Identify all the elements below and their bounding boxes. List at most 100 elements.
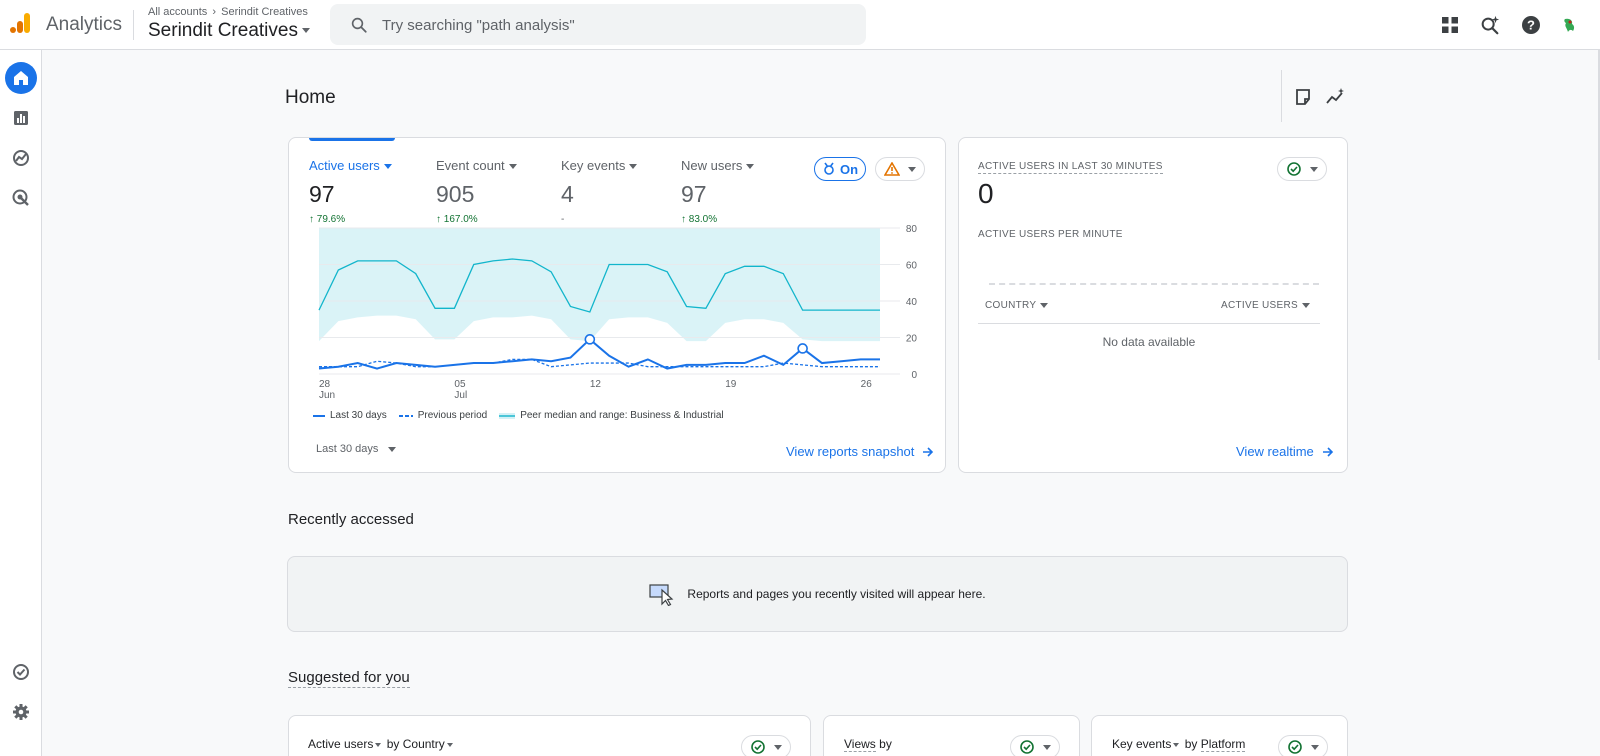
- card-metric[interactable]: Views: [844, 737, 876, 752]
- breadcrumb-root[interactable]: All accounts: [148, 6, 207, 18]
- arrow-right-icon: [923, 446, 934, 457]
- explore-icon: [13, 150, 29, 166]
- card-dimension[interactable]: Platform: [1200, 737, 1246, 752]
- metric-value: 97: [681, 181, 707, 207]
- x-tick-label: 05: [454, 379, 466, 390]
- caret-down-icon: [388, 446, 397, 452]
- caret-down-icon: [383, 164, 392, 170]
- realtime-table-header: COUNTRY ACTIVE USERS: [978, 298, 1320, 324]
- check-circle-icon: [750, 740, 765, 754]
- column-label: ACTIVE USERS: [1221, 300, 1298, 311]
- view-realtime-link[interactable]: View realtime: [1236, 444, 1334, 459]
- notes-icon[interactable]: [1292, 86, 1314, 108]
- legend-item: Previous period: [398, 410, 487, 421]
- suggested-card[interactable]: Views by: [823, 715, 1080, 756]
- card-metric[interactable]: Key events: [1112, 737, 1171, 751]
- card-status-menu[interactable]: [1278, 735, 1328, 756]
- metric-tab-key-events[interactable]: Key events 4 -: [561, 158, 638, 225]
- overview-chart: 80 60 40 20 0 28Jun 05Jul 12 19 26: [318, 224, 918, 401]
- suggested-card[interactable]: Key events by Platform: [1091, 715, 1348, 756]
- card-metric[interactable]: Active users: [308, 737, 373, 751]
- caret-down-icon: [773, 744, 782, 750]
- realtime-value: 0: [978, 178, 994, 209]
- caret-down-icon: [746, 164, 755, 170]
- account-name: Serindit Creatives: [148, 20, 298, 41]
- check-circle-icon: [1019, 740, 1034, 754]
- column-label: COUNTRY: [985, 300, 1037, 311]
- left-nav: [0, 50, 42, 756]
- metric-value: 97: [309, 181, 335, 207]
- breadcrumb[interactable]: All accounts › Serindit Creatives: [148, 6, 308, 18]
- advertising-icon: [12, 189, 29, 206]
- breadcrumb-current: Serindit Creatives: [221, 6, 308, 18]
- metric-tab-active-users[interactable]: Active users 97 ↑ 79.6%: [309, 158, 392, 225]
- anomaly-marker: [584, 334, 596, 345]
- analytics-logo-icon: [10, 13, 30, 33]
- benchmark-label: On: [839, 161, 859, 177]
- svg-text:?: ?: [1527, 18, 1535, 33]
- apps-grid-icon[interactable]: [1437, 12, 1463, 38]
- nav-reports[interactable]: [5, 102, 37, 134]
- metric-tab-new-users[interactable]: New users 97 ↑ 83.0%: [681, 158, 755, 225]
- admin-check-icon: [13, 664, 29, 680]
- data-quality-menu[interactable]: [875, 157, 925, 181]
- help-icon[interactable]: ?: [1518, 12, 1544, 38]
- caret-down-icon: [1040, 302, 1049, 308]
- recently-accessed-title: Recently accessed: [288, 511, 414, 528]
- link-label: View reports snapshot: [786, 444, 915, 459]
- benchmark-toggle[interactable]: On: [814, 157, 866, 181]
- card-by: by: [386, 737, 400, 751]
- realtime-card: ACTIVE USERS IN LAST 30 MINUTES 0 ACTIVE…: [958, 137, 1348, 473]
- caret-down-icon: [446, 742, 453, 747]
- reports-icon: [14, 111, 28, 125]
- warning-icon: [884, 162, 900, 176]
- metric-value: 4: [561, 181, 574, 207]
- selected-tab-indicator: [309, 138, 395, 141]
- date-range-select[interactable]: Last 30 days: [316, 443, 397, 455]
- insights-icon[interactable]: [1324, 86, 1346, 108]
- y-tick-label: 40: [906, 297, 918, 308]
- card-dimension[interactable]: Country: [403, 737, 445, 751]
- search-input[interactable]: [382, 13, 842, 37]
- link-label: View realtime: [1236, 444, 1314, 459]
- home-icon: [14, 71, 28, 85]
- card-status-menu[interactable]: [1010, 735, 1060, 756]
- card-by: by: [879, 737, 892, 751]
- recently-accessed-panel: Reports and pages you recently visited w…: [287, 556, 1348, 632]
- app-name: Analytics: [46, 14, 123, 35]
- x-tick-label: 28: [319, 379, 331, 390]
- y-tick-label: 60: [906, 261, 918, 272]
- check-circle-icon: [1286, 162, 1301, 176]
- account-picker[interactable]: Serindit Creatives: [148, 20, 310, 42]
- realtime-status-menu[interactable]: [1277, 157, 1327, 181]
- view-reports-snapshot-link[interactable]: View reports snapshot: [786, 444, 934, 459]
- legend-label: Peer median and range: Business & Indust…: [520, 410, 724, 421]
- account-avatar-icon[interactable]: [1557, 12, 1583, 38]
- page-title: Home: [285, 87, 336, 108]
- y-tick-label: 0: [911, 370, 917, 381]
- nav-advertising[interactable]: [5, 182, 37, 214]
- caret-down-icon: [629, 164, 638, 170]
- search-box[interactable]: [330, 4, 866, 45]
- nav-settings[interactable]: [5, 696, 37, 728]
- caret-down-icon: [1309, 166, 1318, 172]
- nav-home[interactable]: [5, 62, 37, 94]
- benchmark-icon: [824, 162, 834, 175]
- card-status-menu[interactable]: [741, 735, 791, 756]
- legend-item: Peer median and range: Business & Indust…: [499, 410, 724, 421]
- nav-explore[interactable]: [5, 142, 37, 174]
- metric-label: Event count: [436, 158, 505, 173]
- caret-down-icon: [1310, 744, 1319, 750]
- search-sparkle-icon[interactable]: [1477, 12, 1503, 38]
- arrow-right-icon: [1322, 446, 1333, 457]
- caret-down-icon: [375, 742, 382, 747]
- column-header-active-users[interactable]: ACTIVE USERS: [1221, 300, 1310, 311]
- suggested-card[interactable]: Active users by Country: [288, 715, 811, 756]
- divider: [1281, 70, 1282, 122]
- check-circle-icon: [1287, 740, 1302, 754]
- nav-admin-check[interactable]: [5, 656, 37, 688]
- search-icon: [351, 17, 367, 33]
- metric-label: Active users: [309, 158, 380, 173]
- column-header-country[interactable]: COUNTRY: [985, 300, 1049, 311]
- metric-tab-event-count[interactable]: Event count 905 ↑ 167.0%: [436, 158, 517, 225]
